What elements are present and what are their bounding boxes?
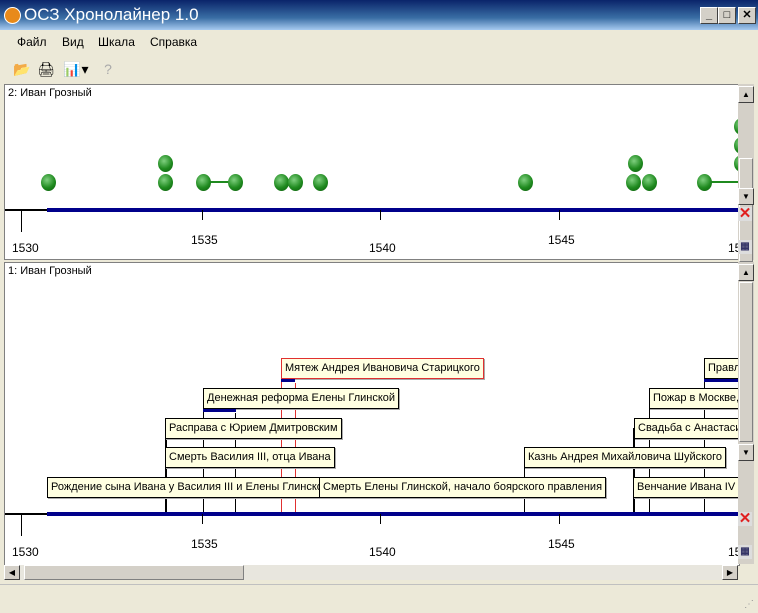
year-label: 1545 <box>548 233 575 247</box>
minimize-button[interactable]: _ <box>700 7 718 24</box>
toolbar: 📂 🖨 📊 ▾ ? <box>6 56 126 82</box>
event-label[interactable]: Рождение сына Ивана у Василия III и Елен… <box>47 477 334 498</box>
timeline-axis <box>47 208 739 212</box>
event-duration-bar <box>203 409 236 412</box>
axis-tick <box>202 514 203 524</box>
panel-settings-icon[interactable]: ▦ <box>738 240 752 254</box>
menu-help[interactable]: Справка <box>150 35 197 49</box>
panel-settings-icon[interactable]: ▦ <box>738 545 752 559</box>
event-label[interactable]: Смерть Василия III, отца Ивана <box>165 447 335 468</box>
axis-tick <box>380 514 381 524</box>
event-dot[interactable] <box>518 174 533 191</box>
event-dot[interactable] <box>41 174 56 191</box>
panel-label: 1: Иван Грозный <box>8 265 92 277</box>
menu-bar: Файл Вид Шкала Справка <box>0 32 758 52</box>
scroll-left-button[interactable]: ◀ <box>4 565 20 580</box>
event-label[interactable]: Казнь Андрея Михайловича Шуйского <box>524 447 727 468</box>
event-dot[interactable] <box>228 174 243 191</box>
chart-icon[interactable]: 📊 <box>62 59 82 79</box>
event-dot[interactable] <box>288 174 303 191</box>
scroll-thumb[interactable] <box>739 282 753 442</box>
axis-tick <box>21 210 22 232</box>
scroll-down-button[interactable]: ▼ <box>738 444 754 461</box>
remove-panel-icon[interactable]: ✕ <box>738 511 752 526</box>
event-dot[interactable] <box>158 155 173 172</box>
resize-grip-icon[interactable]: ⋰ <box>744 599 754 610</box>
timeline-panel-events: 1: Иван Грозный Рождение сына Ивана у Ва… <box>4 262 740 566</box>
event-label[interactable]: Смерть Елены Глинской, начало боярского … <box>319 477 607 498</box>
event-label[interactable]: Расправа с Юрием Дмитровским <box>165 418 342 439</box>
scroll-thumb[interactable] <box>24 565 244 580</box>
event-line <box>633 428 635 513</box>
event-label[interactable]: Денежная реформа Елены Глинской <box>203 388 400 409</box>
chevron-down-icon[interactable]: ▾ <box>80 59 90 79</box>
year-label: 1540 <box>369 241 396 255</box>
window-title: ОСЗ Хронолайнер 1.0 <box>24 5 199 24</box>
year-label: 1540 <box>369 545 396 559</box>
timeline-panel-dots: 2: Иван Грозный 1530 1535 1540 1545 15 <box>4 84 740 260</box>
vertical-scrollbar[interactable]: ▲ ▼ ✕ ▦ <box>738 262 754 564</box>
year-label: 1535 <box>191 233 218 247</box>
event-label-selected[interactable]: Мятеж Андрея Ивановича Старицкого <box>281 358 484 379</box>
event-label[interactable]: Свадьба с Анастасией <box>634 418 739 439</box>
maximize-button[interactable]: □ <box>718 7 736 24</box>
print-icon[interactable]: 🖨 <box>36 59 56 79</box>
event-duration-bar <box>704 379 739 382</box>
scroll-down-button[interactable]: ▼ <box>738 188 754 205</box>
axis-tick <box>202 210 203 220</box>
axis-tick <box>559 514 560 524</box>
year-label: 1530 <box>12 545 39 559</box>
timeline-axis <box>47 512 739 516</box>
year-label: 1530 <box>12 241 39 255</box>
axis-start <box>5 209 47 211</box>
menu-file[interactable]: Файл <box>17 35 47 49</box>
horizontal-scrollbar[interactable]: ◀ ▶ <box>4 565 738 580</box>
event-dot[interactable] <box>274 174 289 191</box>
app-clock-icon <box>4 7 21 24</box>
axis-tick <box>21 514 22 536</box>
vertical-scrollbar[interactable]: ▲ ▼ ✕ ▦ <box>738 84 754 262</box>
event-dot[interactable] <box>697 174 712 191</box>
axis-start <box>5 513 47 515</box>
event-label[interactable]: Правле <box>704 358 739 379</box>
panel-label: 2: Иван Грозный <box>8 87 92 99</box>
event-dot[interactable] <box>158 174 173 191</box>
axis-tick <box>380 210 381 220</box>
scroll-up-button[interactable]: ▲ <box>738 86 754 103</box>
menu-scale[interactable]: Шкала <box>98 35 135 49</box>
event-label[interactable]: Пожар в Москве, м <box>649 388 739 409</box>
scroll-up-button[interactable]: ▲ <box>738 264 754 281</box>
status-bar: ⋰ <box>0 584 758 613</box>
scroll-right-button[interactable]: ▶ <box>722 565 738 580</box>
close-button[interactable]: ✕ <box>738 7 756 24</box>
event-label[interactable]: Венчание Ивана IV на ц <box>633 477 739 498</box>
remove-panel-icon[interactable]: ✕ <box>738 206 752 221</box>
year-label: 1535 <box>191 537 218 551</box>
event-dot[interactable] <box>313 174 328 191</box>
menu-view[interactable]: Вид <box>62 35 84 49</box>
event-dot[interactable] <box>196 174 211 191</box>
event-dot[interactable] <box>626 174 641 191</box>
year-label: 1545 <box>548 537 575 551</box>
event-dot[interactable] <box>642 174 657 191</box>
event-dot[interactable] <box>628 155 643 172</box>
axis-tick <box>559 210 560 220</box>
event-duration-bar <box>281 379 295 382</box>
open-icon[interactable]: 📂 <box>12 59 32 79</box>
help-icon[interactable]: ? <box>98 59 118 79</box>
title-bar: ОСЗ Хронолайнер 1.0 _ □ ✕ <box>0 0 758 30</box>
